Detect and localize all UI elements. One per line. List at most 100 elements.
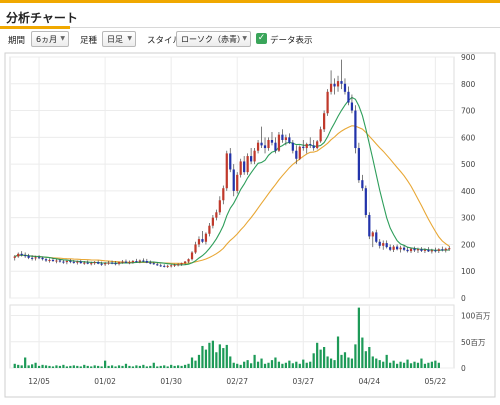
volume-bar bbox=[183, 364, 187, 368]
candle-body bbox=[121, 261, 124, 263]
candle-body bbox=[326, 91, 329, 114]
candle-body bbox=[329, 83, 333, 92]
volume-bar bbox=[277, 361, 281, 368]
candle-body bbox=[281, 134, 284, 141]
candle-body bbox=[441, 249, 444, 251]
candle-body bbox=[236, 174, 239, 191]
volume-bar bbox=[93, 365, 96, 368]
candle-body bbox=[396, 246, 399, 250]
volume-bar bbox=[117, 365, 121, 368]
candle-body bbox=[204, 233, 208, 242]
volume-bar bbox=[222, 348, 225, 368]
volume-bar bbox=[361, 337, 364, 368]
candle-body bbox=[208, 225, 211, 234]
volume-bar bbox=[378, 360, 381, 368]
candle-body bbox=[250, 156, 253, 162]
volume-bar bbox=[368, 347, 371, 368]
volume-bar bbox=[256, 361, 260, 368]
candle-body bbox=[336, 81, 340, 87]
candle-body bbox=[256, 142, 260, 151]
candle-body bbox=[347, 91, 350, 103]
x-tick-label: 12/05 bbox=[28, 377, 50, 386]
candle-body bbox=[156, 264, 159, 266]
volume-bar bbox=[190, 357, 194, 368]
candle-body bbox=[159, 265, 162, 267]
candle-body bbox=[371, 232, 374, 237]
candlestick-chart: 0 100 200 300 400 500 600 700 800 900 0 50百万 100百万 12… bbox=[4, 52, 496, 398]
candle-body bbox=[277, 134, 281, 151]
volume-bar bbox=[104, 360, 107, 368]
candle-body bbox=[305, 144, 308, 149]
volume-bar bbox=[319, 349, 322, 368]
volume-bar bbox=[163, 365, 166, 368]
volume-bar bbox=[159, 365, 162, 368]
volume-bar bbox=[128, 365, 131, 368]
volume-bar bbox=[20, 365, 23, 368]
volume-bar bbox=[263, 363, 267, 368]
candle-body bbox=[13, 256, 16, 258]
candle-body bbox=[427, 249, 430, 252]
volume-bar bbox=[284, 362, 287, 368]
candle-body bbox=[194, 244, 197, 253]
volume-bar bbox=[309, 361, 312, 368]
volume-bar bbox=[41, 364, 44, 368]
candle-body bbox=[263, 145, 267, 149]
volume-bar bbox=[288, 360, 291, 368]
volume-bar bbox=[211, 340, 214, 368]
candle-body bbox=[270, 140, 274, 143]
candle-body bbox=[323, 113, 326, 130]
candle-body bbox=[135, 261, 138, 263]
volume-bar bbox=[83, 364, 86, 368]
candle-body bbox=[83, 262, 86, 264]
volume-bar bbox=[31, 364, 34, 368]
candle-body bbox=[316, 141, 319, 149]
volume-bar bbox=[423, 363, 427, 368]
candle-body bbox=[253, 150, 256, 162]
volume-bar bbox=[170, 364, 173, 368]
volume-bar bbox=[138, 365, 141, 368]
candle-body bbox=[142, 260, 145, 262]
volume-bar bbox=[187, 363, 190, 368]
candle-body bbox=[260, 142, 263, 146]
candle-body bbox=[309, 144, 312, 146]
price-tick-label: 100 bbox=[461, 267, 476, 276]
volume-bar bbox=[62, 364, 65, 368]
candle-body bbox=[354, 110, 357, 149]
candle-body bbox=[72, 261, 75, 263]
candle-body bbox=[274, 142, 277, 151]
volume-bar bbox=[232, 362, 235, 368]
candle-body bbox=[302, 146, 305, 149]
volume-bar bbox=[142, 364, 145, 368]
volume-bar bbox=[260, 358, 263, 368]
volume-bar bbox=[34, 362, 37, 368]
volume-bar bbox=[253, 354, 256, 368]
candle-body bbox=[402, 247, 406, 250]
candle-body bbox=[312, 145, 315, 149]
volume-bar bbox=[90, 366, 93, 368]
volume-bar bbox=[124, 363, 128, 368]
candle-body bbox=[114, 263, 117, 265]
volume-bar bbox=[437, 362, 440, 368]
candle-body bbox=[361, 180, 364, 189]
candle-body bbox=[131, 261, 135, 263]
candle-body bbox=[239, 161, 242, 175]
candle-body bbox=[420, 249, 423, 251]
candle-body bbox=[333, 83, 336, 87]
volume-bar bbox=[420, 358, 423, 368]
candle-body bbox=[117, 262, 121, 264]
candle-body bbox=[76, 261, 79, 263]
candle-body bbox=[389, 247, 392, 250]
candle-body bbox=[409, 248, 413, 252]
candle-body bbox=[232, 169, 235, 191]
volume-bar bbox=[107, 365, 110, 368]
price-tick-label: 900 bbox=[461, 53, 476, 62]
candle-body bbox=[173, 264, 176, 266]
candle-body bbox=[166, 265, 169, 267]
volume-bar bbox=[194, 360, 197, 368]
volume-bar bbox=[357, 307, 360, 368]
candle-body bbox=[41, 257, 44, 260]
volume-bar bbox=[350, 358, 354, 368]
price-tick-label: 300 bbox=[461, 214, 476, 223]
candle-body bbox=[107, 262, 110, 264]
price-tick-label: 800 bbox=[461, 80, 476, 89]
